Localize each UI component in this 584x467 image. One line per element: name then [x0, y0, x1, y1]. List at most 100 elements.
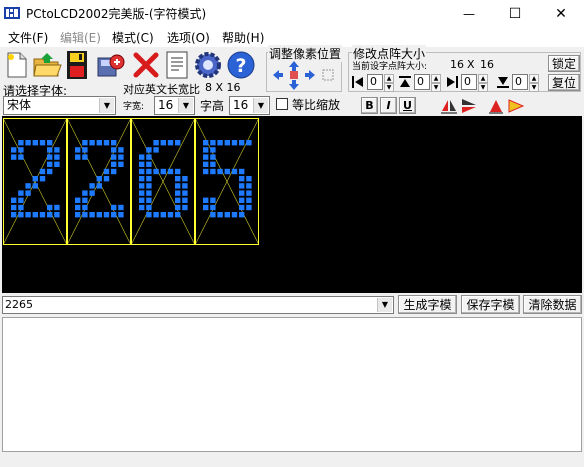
pixel-dot — [89, 183, 95, 189]
dotted-box-icon — [322, 69, 334, 81]
pixel-dot — [231, 212, 238, 218]
menu-mode[interactable]: 模式(C) — [112, 29, 154, 46]
export-button[interactable] — [95, 48, 125, 82]
delete-x-icon — [133, 52, 159, 78]
open-button[interactable] — [32, 48, 62, 82]
new-file-icon — [7, 52, 27, 78]
pixel-dot — [246, 197, 252, 203]
bold-button[interactable]: B — [361, 97, 378, 114]
rotate-right-button[interactable] — [507, 97, 525, 115]
new-button[interactable] — [2, 48, 32, 82]
spin-top-arrows[interactable]: ▲ ▼ — [431, 74, 441, 92]
spin-left-value[interactable]: 0 — [367, 74, 383, 90]
proportional-checkbox[interactable] — [276, 98, 288, 110]
settings-button[interactable] — [193, 48, 223, 82]
pixel-dot — [217, 168, 223, 175]
pixel-dot — [210, 140, 216, 146]
pixel-dot — [139, 197, 145, 203]
flip-v-button[interactable] — [460, 97, 478, 115]
shrink-top-button[interactable] — [397, 74, 413, 90]
pixel-dot — [203, 147, 209, 153]
spin-bottom-value[interactable]: 0 — [512, 74, 528, 90]
minimize-button[interactable]: — — [446, 0, 492, 27]
spin-right-value[interactable]: 0 — [461, 74, 477, 90]
underline-button[interactable]: U — [399, 97, 416, 114]
rotate-left-icon — [489, 100, 503, 114]
pixel-dot — [239, 176, 245, 182]
output-textarea[interactable] — [2, 317, 582, 452]
lock-button[interactable]: 锁定 — [548, 55, 580, 72]
top-bar-icon — [399, 76, 411, 87]
pixel-dot — [139, 176, 145, 182]
char-width-select[interactable]: 16 ▼ — [154, 96, 195, 115]
spin-top-value[interactable]: 0 — [414, 74, 430, 90]
pixel-dot — [118, 161, 124, 167]
pixel-dot — [182, 176, 188, 182]
move-left-button[interactable] — [270, 67, 286, 83]
spin-right-arrows[interactable]: ▲ ▼ — [478, 74, 488, 92]
pixel-dot — [54, 204, 60, 211]
pixel-dot — [47, 204, 53, 211]
shrink-right-button[interactable] — [444, 74, 460, 90]
pixel-dot — [103, 140, 110, 146]
pixel-dot — [175, 168, 181, 175]
pixel-dot — [82, 204, 88, 211]
pixel-dot — [32, 140, 38, 146]
spin-left-arrows[interactable]: ▲ ▼ — [384, 74, 394, 92]
save-font-button[interactable]: 保存字模 — [461, 295, 520, 314]
font-select[interactable]: 宋体 ▼ — [3, 96, 116, 115]
pixel-dot — [47, 161, 53, 167]
proportional-label: 等比缩放 — [292, 98, 341, 112]
maximize-button[interactable]: ☐ — [492, 0, 538, 27]
pixel-dot — [82, 154, 88, 160]
move-right-button[interactable] — [302, 67, 318, 83]
preview-canvas[interactable] — [2, 116, 582, 293]
pixel-dot — [47, 212, 53, 218]
shrink-bottom-button[interactable] — [495, 74, 511, 90]
flip-horizontal-icon — [441, 100, 457, 114]
char-height-select[interactable]: 16 ▼ — [229, 96, 270, 115]
pixel-dot — [39, 212, 46, 218]
pixel-dot — [111, 161, 117, 167]
invert-button[interactable] — [320, 67, 336, 83]
restore-button[interactable]: 复位 — [548, 74, 580, 91]
close-button[interactable]: ✕ — [538, 0, 584, 27]
shrink-left-button[interactable] — [350, 74, 366, 90]
italic-button[interactable]: I — [380, 97, 397, 114]
delete-button[interactable] — [131, 48, 161, 82]
pixel-dot — [239, 190, 245, 196]
help-button[interactable]: ? — [226, 48, 256, 82]
pixel-dot — [11, 204, 17, 211]
pixel-dot — [54, 147, 60, 153]
gear-icon — [195, 52, 221, 78]
restore-label: 复位 — [551, 76, 576, 90]
pixel-dot — [203, 168, 209, 175]
spin-bottom-arrows[interactable]: ▲ ▼ — [529, 74, 539, 92]
text-input[interactable]: 2265 ▼ — [2, 296, 394, 314]
pixel-dot — [246, 183, 252, 189]
pixel-dot — [18, 154, 24, 160]
char-cell-2 — [130, 117, 196, 246]
clear-button[interactable]: 清除数据 — [523, 295, 582, 314]
rotate-left-button[interactable] — [487, 97, 505, 115]
pixel-dot — [139, 190, 145, 196]
menu-edit[interactable]: 编辑(E) — [60, 29, 101, 46]
pixel-dot — [210, 204, 216, 211]
move-down-button[interactable] — [286, 77, 302, 93]
pixel-dot — [82, 190, 88, 196]
menu-options[interactable]: 选项(O) — [167, 29, 210, 46]
notes-button[interactable] — [162, 48, 192, 82]
right-bar-icon — [447, 76, 458, 88]
save-button[interactable] — [62, 48, 92, 82]
char-cell-0 — [2, 117, 68, 246]
help-icon: ? — [227, 51, 255, 79]
pixel-dot — [217, 140, 223, 146]
pixel-dot — [111, 168, 117, 175]
menu-file[interactable]: 文件(F) — [8, 29, 48, 46]
generate-button[interactable]: 生成字模 — [398, 295, 457, 314]
arrow-right-icon — [305, 70, 315, 80]
pixel-dot — [25, 140, 31, 146]
pixel-dot — [11, 147, 17, 153]
flip-h-button[interactable] — [440, 97, 458, 115]
menu-help[interactable]: 帮助(H) — [222, 29, 264, 46]
